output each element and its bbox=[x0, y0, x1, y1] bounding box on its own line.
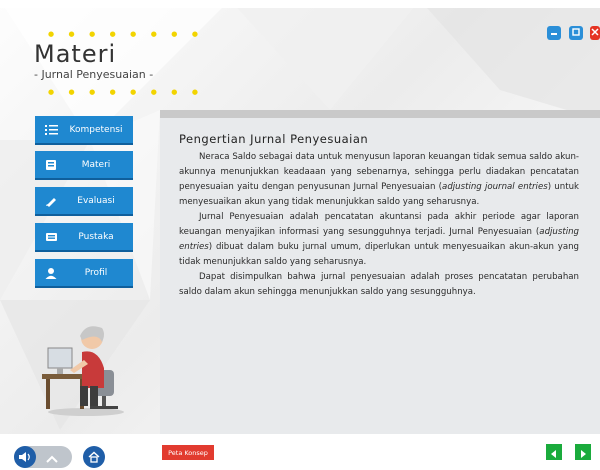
page-subtitle: - Jurnal Penyesuaian - bbox=[34, 68, 154, 81]
content-panel: Pengertian Jurnal Penyesuaian Neraca Sal… bbox=[160, 110, 600, 434]
previous-button[interactable] bbox=[546, 444, 562, 460]
close-icon bbox=[591, 27, 599, 39]
sidebar-item-materi[interactable]: Materi bbox=[35, 151, 133, 180]
maximize-button[interactable] bbox=[569, 26, 583, 40]
decorative-dots-top: ● ● ● ● ● ● ● ● bbox=[48, 30, 204, 38]
arrow-left-icon bbox=[550, 443, 558, 462]
sidebar-item-label: Kompetensi bbox=[69, 124, 123, 135]
pencil-icon bbox=[43, 194, 59, 208]
sidebar-item-label: Evaluasi bbox=[77, 195, 115, 206]
sidebar-item-label: Profil bbox=[84, 267, 108, 278]
sidebar-item-kompetensi[interactable]: Kompetensi bbox=[35, 116, 133, 145]
content-heading: Pengertian Jurnal Penyesuaian bbox=[179, 132, 369, 146]
peta-konsep-button[interactable]: Peta Konsep bbox=[162, 445, 214, 460]
sidebar-item-profil[interactable]: Profil bbox=[35, 259, 133, 288]
illustration-person-at-computer bbox=[38, 312, 130, 417]
next-button[interactable] bbox=[575, 444, 591, 460]
book-icon bbox=[43, 158, 59, 172]
arrow-right-icon bbox=[579, 443, 587, 462]
home-button[interactable] bbox=[83, 446, 105, 468]
sound-button[interactable] bbox=[14, 446, 36, 468]
library-icon bbox=[43, 230, 59, 244]
user-icon bbox=[43, 266, 59, 280]
paragraph-2: Jurnal Penyesuaian adalah pencatatan aku… bbox=[179, 212, 579, 267]
minimize-icon bbox=[550, 28, 558, 39]
content-body: Neraca Saldo sebagai data untuk menyusun… bbox=[179, 150, 579, 300]
home-icon bbox=[88, 448, 100, 467]
sidebar-item-label: Pustaka bbox=[78, 231, 114, 242]
sound-toggle[interactable] bbox=[14, 446, 72, 468]
sidebar-item-label: Materi bbox=[81, 159, 111, 170]
paragraph-3: Dapat disimpulkan bahwa jurnal penyesuai… bbox=[179, 272, 579, 297]
paragraph-1: Neraca Saldo sebagai data untuk menyusun… bbox=[179, 152, 579, 207]
panel-header-strip bbox=[160, 110, 600, 118]
sidebar-item-evaluasi[interactable]: Evaluasi bbox=[35, 187, 133, 216]
chevron-up-icon[interactable] bbox=[46, 448, 58, 467]
maximize-icon bbox=[572, 27, 580, 39]
sidebar-item-pustaka[interactable]: Pustaka bbox=[35, 223, 133, 252]
speaker-icon bbox=[18, 448, 32, 467]
minimize-button[interactable] bbox=[547, 26, 561, 40]
top-strip bbox=[0, 0, 600, 8]
list-icon bbox=[43, 123, 59, 137]
decorative-dots-bottom: ● ● ● ● ● ● ● ● bbox=[48, 88, 204, 96]
close-button[interactable] bbox=[590, 26, 600, 40]
page-title: Materi bbox=[34, 40, 117, 68]
